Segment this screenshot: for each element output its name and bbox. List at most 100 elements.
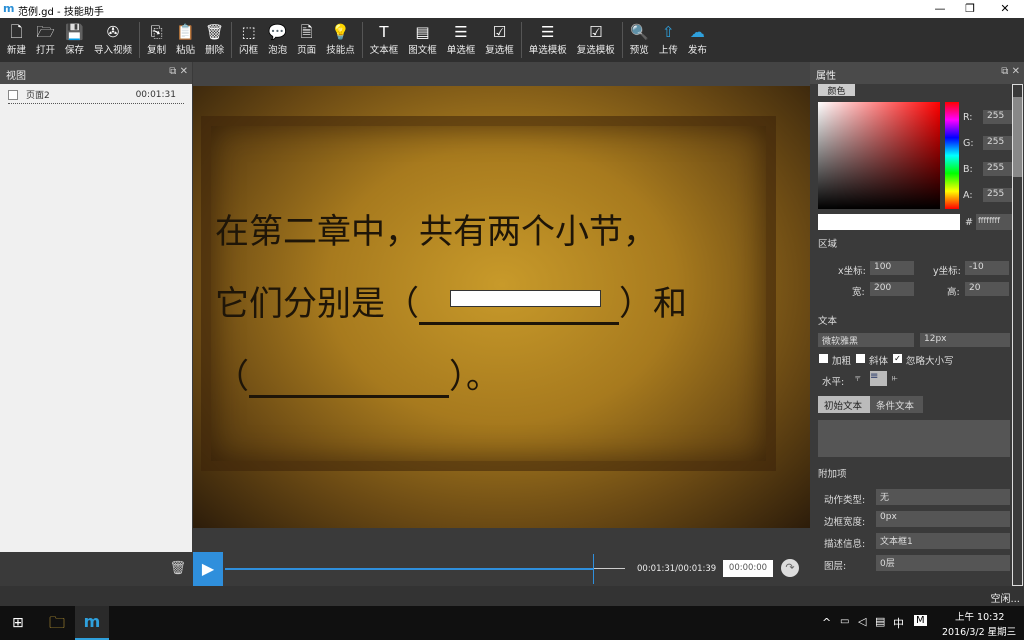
toolbar-button-text[interactable]: T 文本框 [365, 18, 404, 56]
image-text-icon: ▤ [415, 23, 430, 41]
view-panel: 视图 ⧉ ✕ 页面2 00:01:31 [0, 62, 192, 552]
hex-input[interactable]: ffffffff [976, 214, 1012, 230]
italic-checkbox[interactable] [856, 354, 865, 363]
align-center-icon[interactable]: ≡ [870, 371, 887, 386]
x-label: x坐标: [838, 266, 866, 277]
width-label: 宽: [852, 287, 865, 298]
toolbar-button-dashed-frame[interactable]: ⬚ 闪框 [234, 18, 263, 56]
toolbar-button-upload[interactable]: ⇧ 上传 [654, 18, 683, 56]
slide-canvas[interactable]: 在第二章中，共有两个小节， 它们分别是（ ）和 （ ）。 [193, 86, 810, 528]
paste-icon: 📋 [176, 23, 195, 41]
width-input[interactable]: 200 [870, 282, 914, 296]
page-checkbox[interactable] [8, 89, 18, 100]
toolbar-button-image-text[interactable]: ▤ 图文框 [403, 18, 442, 56]
panel-close-icon[interactable]: ⧉ ✕ [169, 66, 188, 77]
close-button[interactable]: ✕ [990, 2, 1020, 15]
g-input[interactable]: 255 [983, 136, 1013, 150]
toolbar-button-search[interactable]: 🔍 预览 [625, 18, 654, 56]
font-size-input[interactable]: 12px [920, 333, 1010, 347]
clock-date[interactable]: 2016/3/2 星期三 [942, 624, 1016, 638]
toolbar-button-check-template[interactable]: ☑ 复选模板 [572, 18, 620, 56]
layer-input[interactable]: 0层 [876, 555, 1010, 571]
delete-page-trash-icon[interactable]: 🗑 [169, 561, 186, 576]
properties-scrollbar[interactable] [1012, 84, 1023, 586]
time-input[interactable]: 00:00:00 [723, 560, 773, 577]
hue-slider[interactable] [945, 102, 959, 209]
app-taskbar-icon[interactable]: m [75, 606, 109, 640]
toolbar-button-cloud-publish[interactable]: ☁ 发布 [683, 18, 712, 56]
volume-muted-icon[interactable]: ◁ [858, 615, 866, 628]
properties-title: 属性 [816, 71, 836, 82]
toolbar-button-checklist[interactable]: ☑ 复选框 [480, 18, 519, 56]
y-input[interactable]: -10 [965, 261, 1009, 275]
b-input[interactable]: 255 [983, 162, 1013, 176]
toolbar-button-trash[interactable]: 🗑 删除 [200, 18, 229, 56]
action-select[interactable]: 无 [876, 489, 1010, 505]
play-button[interactable]: ▶ [193, 552, 223, 586]
clock-time[interactable]: 上午 10:32 [955, 609, 1004, 623]
tab-initial-text[interactable]: 初始文本 [818, 396, 870, 413]
toolbar-button-lightbulb[interactable]: 💡 技能点 [321, 18, 360, 56]
check-template-icon: ☑ [589, 23, 603, 41]
font-select[interactable]: 微软雅黑 [818, 333, 914, 347]
ime-indicator[interactable]: 中 [893, 615, 904, 631]
border-input[interactable]: 0px [876, 511, 1010, 527]
height-input[interactable]: 20 [965, 282, 1009, 296]
r-input[interactable]: 255 [983, 110, 1013, 124]
y-label: y坐标: [933, 266, 961, 277]
tab-condition-text[interactable]: 条件文本 [870, 396, 923, 413]
toolbar-label: 复选模板 [576, 45, 615, 56]
page-icon: 🗎 [300, 23, 313, 41]
file-explorer-icon[interactable]: 🗀 [40, 606, 74, 640]
timeline-playhead[interactable] [593, 554, 594, 584]
toolbar-button-save[interactable]: 💾 保存 [60, 18, 89, 56]
ignore-case-checkbox[interactable]: ✓ [893, 354, 902, 363]
dashed-frame-icon: ⬚ [241, 23, 256, 41]
x-input[interactable]: 100 [870, 261, 914, 275]
restore-button[interactable]: ❐ [955, 2, 985, 15]
speech-bubble-icon: 💬 [268, 23, 287, 41]
toolbar-label: 保存 [65, 45, 85, 56]
view-panel-title: 视图 [6, 71, 26, 82]
page-list-item[interactable]: 页面2 00:01:31 [8, 86, 184, 104]
bold-checkbox[interactable] [819, 354, 828, 363]
tray-chevron-icon[interactable]: ^ [822, 616, 831, 629]
toolbar-button-radio-list[interactable]: ☰ 单选框 [442, 18, 481, 56]
toolbar-separator [361, 22, 363, 58]
page-duration: 00:01:31 [135, 89, 176, 100]
color-tab[interactable]: 颜色 [818, 84, 855, 97]
color-picker-square[interactable] [818, 102, 940, 209]
notification-icon[interactable]: ▤ [875, 615, 885, 628]
toolbar-separator [520, 22, 522, 58]
toolbar-button-radio-template[interactable]: ☰ 单选模板 [524, 18, 572, 56]
properties-panel: 属性 ⧉ ✕ 颜色 R: 255 G: 255 B: 255 A: 255 # fffff… [810, 62, 1024, 586]
toolbar-label: 复选框 [485, 45, 514, 56]
toolbar-label: 发布 [687, 45, 707, 56]
a-input[interactable]: 255 [983, 188, 1013, 202]
toolbar-button-open-folder[interactable]: 🗁 打开 [31, 18, 60, 56]
toolbar-button-copy[interactable]: ⎘ 复制 [142, 18, 171, 56]
window-title: 范例.gd - 技能助手 [18, 7, 104, 18]
align-left-icon[interactable]: ⫧ [855, 373, 861, 384]
redo-icon[interactable]: ↷ [781, 559, 799, 577]
windows-start-icon[interactable]: ⊞ [12, 615, 24, 631]
toolbar-button-page[interactable]: 🗎 页面 [292, 18, 321, 56]
toolbar-button-paste[interactable]: 📋 粘贴 [171, 18, 200, 56]
toolbar-button-film-reel[interactable]: ✇ 导入视频 [89, 18, 137, 56]
slide-text: ）和 [619, 284, 687, 324]
minimize-button[interactable]: — [925, 2, 955, 15]
selected-textbox[interactable] [450, 290, 601, 307]
panel-close-icon[interactable]: ⧉ ✕ [1001, 66, 1020, 77]
toolbar-button-new-file[interactable]: 🗋 新建 [2, 18, 31, 56]
toolbar-label: 文本框 [369, 45, 399, 56]
toolbar-button-speech-bubble[interactable]: 💬 泡泡 [263, 18, 292, 56]
desc-label: 描述信息: [824, 539, 866, 550]
desc-input[interactable]: 文本框1 [876, 533, 1010, 549]
action-label: 动作类型: [824, 495, 866, 506]
text-content-area[interactable] [818, 420, 1010, 457]
m-tray-icon[interactable]: M [914, 615, 927, 626]
align-label: 水平: [822, 377, 845, 388]
battery-icon[interactable]: ▭ [840, 616, 849, 627]
align-right-icon[interactable]: ⫦ [892, 373, 898, 384]
slide-text: ）。 [449, 357, 500, 397]
